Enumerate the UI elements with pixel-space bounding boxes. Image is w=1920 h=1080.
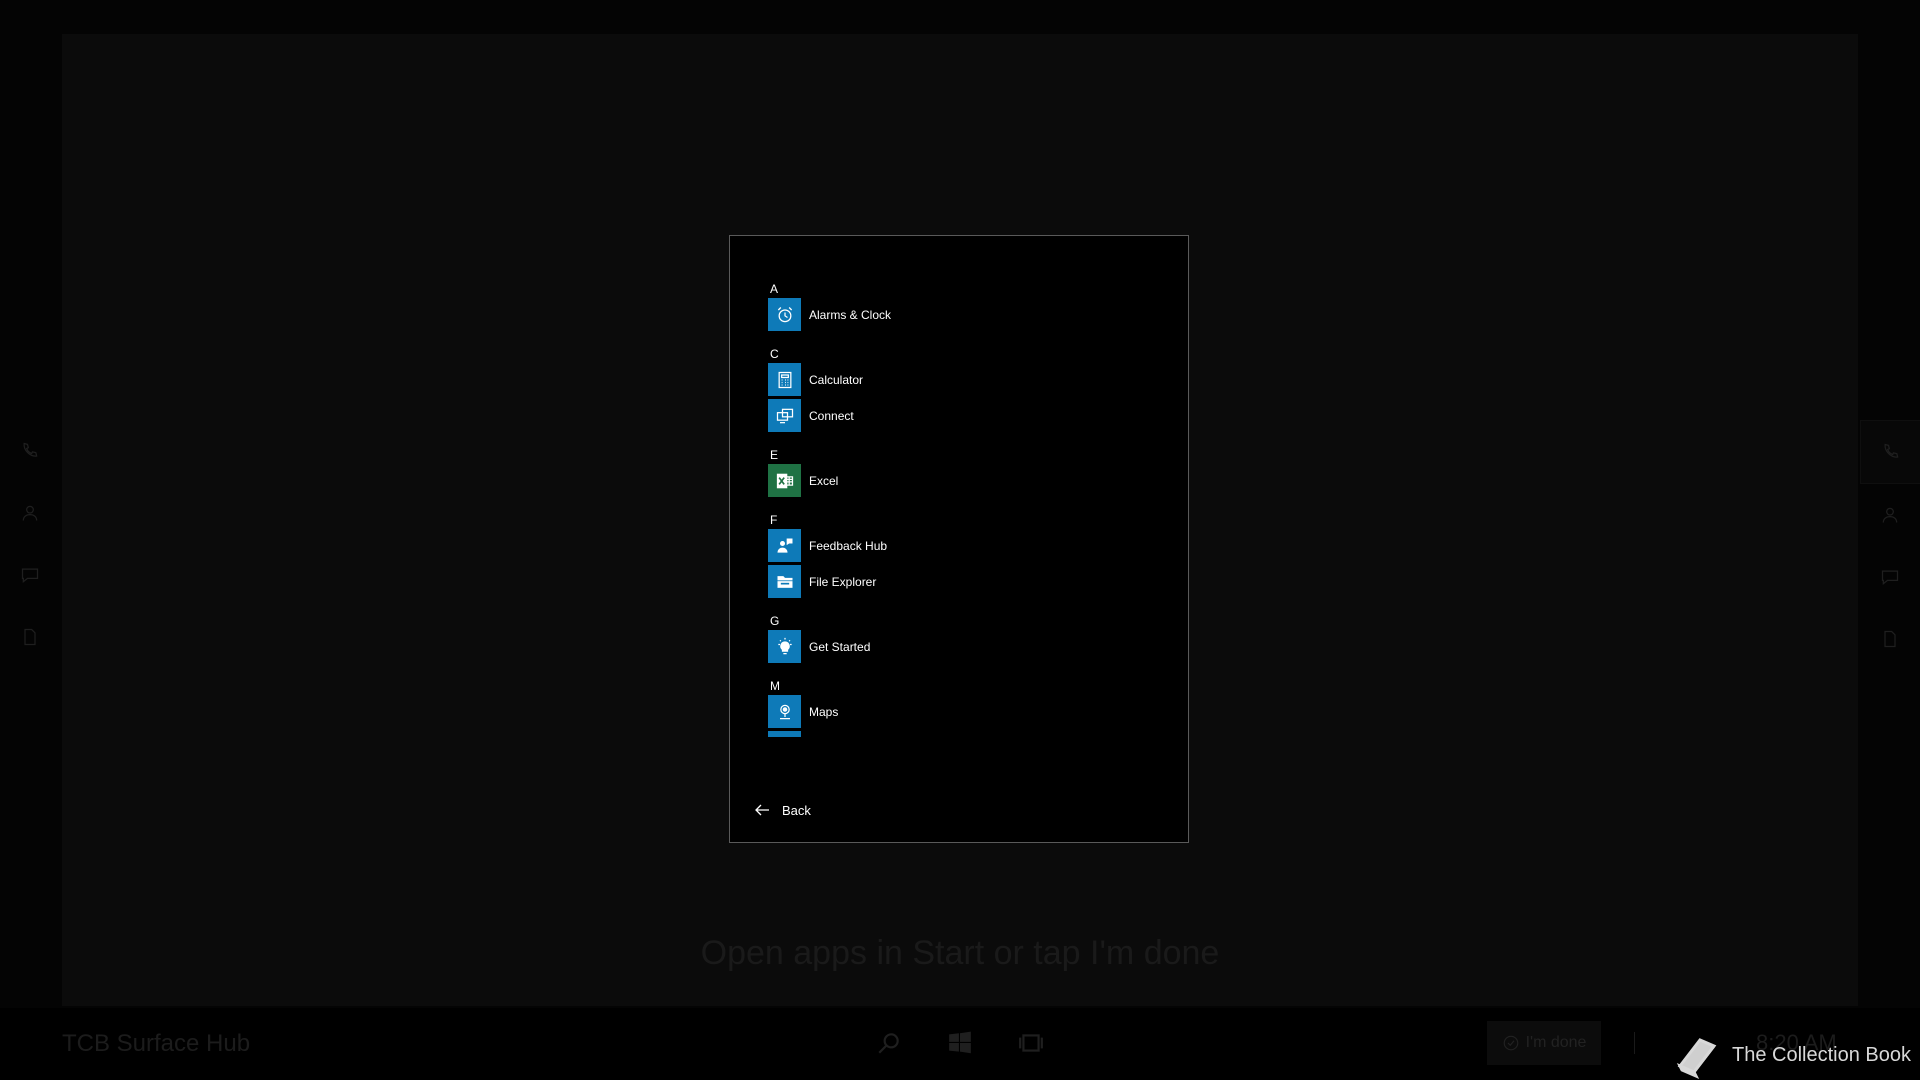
group-letter[interactable]: A bbox=[770, 282, 1168, 296]
calculator-icon bbox=[768, 363, 801, 396]
alarm-clock-icon bbox=[768, 298, 801, 331]
app-label: Maps bbox=[809, 704, 839, 719]
windows-start-icon[interactable] bbox=[945, 1028, 975, 1058]
app-label: File Explorer bbox=[809, 574, 877, 589]
app-group-g: G Get Started bbox=[768, 614, 1168, 663]
app-group-a: A Alarms & Clock bbox=[768, 282, 1168, 331]
start-menu-all-apps: A Alarms & Clock C Calculator Connect E … bbox=[729, 235, 1189, 843]
maps-icon bbox=[768, 695, 801, 728]
task-view-icon[interactable] bbox=[1016, 1028, 1046, 1058]
app-item-get-started[interactable]: Get Started bbox=[768, 630, 1168, 663]
app-item-file-explorer[interactable]: File Explorer bbox=[768, 565, 1168, 598]
back-label: Back bbox=[782, 802, 811, 818]
next-app-tile-partial[interactable] bbox=[768, 731, 801, 737]
app-label: Excel bbox=[809, 473, 839, 488]
group-letter[interactable]: F bbox=[770, 513, 1168, 527]
group-letter[interactable]: M bbox=[770, 679, 1168, 693]
checkmark-circle-icon bbox=[1503, 1035, 1518, 1051]
excel-icon bbox=[768, 464, 801, 497]
im-done-button[interactable]: I'm done bbox=[1487, 1021, 1601, 1065]
instruction-text: Open apps in Start or tap I'm done bbox=[700, 934, 1220, 972]
watermark: The Collection Book bbox=[1672, 1030, 1911, 1080]
app-item-calculator[interactable]: Calculator bbox=[768, 363, 1168, 396]
app-label: Alarms & Clock bbox=[809, 307, 892, 322]
person-icon[interactable] bbox=[1860, 484, 1920, 546]
document-icon[interactable] bbox=[0, 606, 60, 668]
group-letter[interactable]: E bbox=[770, 448, 1168, 462]
device-name: TCB Surface Hub bbox=[62, 1030, 251, 1057]
app-group-f: F Feedback Hub File Explorer bbox=[768, 513, 1168, 598]
im-done-label: I'm done bbox=[1525, 1034, 1587, 1051]
file-explorer-icon bbox=[768, 565, 801, 598]
feedback-hub-icon bbox=[768, 529, 801, 562]
phone-icon[interactable] bbox=[1860, 420, 1920, 484]
left-side-rail bbox=[0, 420, 60, 668]
app-group-m: M Maps bbox=[768, 679, 1168, 737]
app-label: Connect bbox=[809, 408, 854, 423]
app-group-c: C Calculator Connect bbox=[768, 347, 1168, 432]
app-label: Get Started bbox=[809, 639, 871, 654]
app-item-feedback-hub[interactable]: Feedback Hub bbox=[768, 529, 1168, 562]
search-icon[interactable] bbox=[874, 1028, 904, 1058]
back-button[interactable]: Back bbox=[754, 802, 811, 818]
group-letter[interactable]: C bbox=[770, 347, 1168, 361]
chat-icon[interactable] bbox=[1860, 546, 1920, 608]
app-item-connect[interactable]: Connect bbox=[768, 399, 1168, 432]
back-arrow-icon bbox=[755, 804, 769, 816]
book-icon bbox=[1676, 1038, 1717, 1079]
app-list[interactable]: A Alarms & Clock C Calculator Connect E … bbox=[768, 282, 1168, 782]
lightbulb-icon bbox=[768, 630, 801, 663]
right-side-rail bbox=[1860, 420, 1920, 670]
document-icon[interactable] bbox=[1860, 608, 1920, 670]
app-item-excel[interactable]: Excel bbox=[768, 464, 1168, 497]
group-letter[interactable]: G bbox=[770, 614, 1168, 628]
taskbar-divider bbox=[1634, 1032, 1635, 1054]
connect-icon bbox=[768, 399, 801, 432]
watermark-text: The Collection Book bbox=[1732, 1043, 1911, 1066]
app-group-e: E Excel bbox=[768, 448, 1168, 497]
person-icon[interactable] bbox=[0, 482, 60, 544]
app-label: Calculator bbox=[809, 372, 864, 387]
app-item-maps[interactable]: Maps bbox=[768, 695, 1168, 728]
chat-icon[interactable] bbox=[0, 544, 60, 606]
app-label: Feedback Hub bbox=[809, 538, 888, 553]
app-item-alarms-clock[interactable]: Alarms & Clock bbox=[768, 298, 1168, 331]
phone-icon[interactable] bbox=[0, 420, 60, 482]
